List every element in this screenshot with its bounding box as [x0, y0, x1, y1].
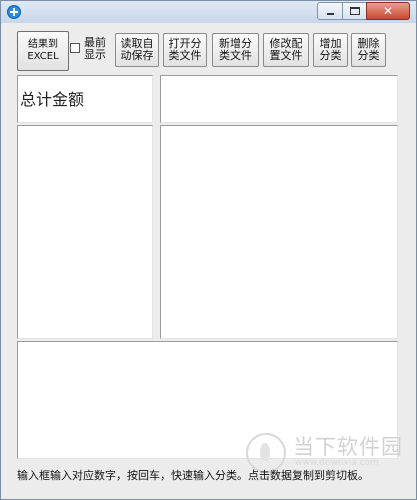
data-list-panel[interactable]: [160, 125, 398, 339]
open-category-file-button[interactable]: 打开分 类文件: [163, 33, 207, 67]
minimize-button[interactable]: [317, 2, 343, 20]
modify-config-file-button[interactable]: 修改配 置文件: [263, 33, 309, 67]
total-amount-box: 总计金额: [17, 75, 153, 123]
always-on-top-checkbox[interactable]: [70, 43, 80, 53]
close-icon: ✕: [382, 4, 394, 18]
watermark-text: 当下软件园: [293, 435, 403, 459]
title-bar[interactable]: ✕: [1, 1, 416, 23]
app-window: ✕ 结果到 EXCEL 最前 显示 读取自 动保存 打开分 类文件 新增分 类文…: [0, 0, 417, 500]
export-excel-button[interactable]: 结果到 EXCEL: [17, 31, 69, 71]
always-on-top-label: 最前 显示: [84, 36, 106, 61]
maximize-button[interactable]: [342, 2, 367, 20]
close-button[interactable]: ✕: [366, 2, 410, 20]
total-amount-value-field[interactable]: [160, 75, 398, 123]
window-title: [141, 5, 155, 15]
status-hint-text: 输入框输入对应数字，按回车，快速输入分类。点击数据复制到剪切板。: [17, 469, 369, 482]
minimize-icon: [327, 13, 334, 15]
delete-category-button[interactable]: 删除 分类: [351, 33, 386, 67]
category-list-panel[interactable]: [17, 125, 153, 339]
app-icon: [7, 5, 21, 19]
read-autosave-button[interactable]: 读取自 动保存: [115, 33, 159, 67]
add-category-button[interactable]: 增加 分类: [313, 33, 348, 67]
maximize-icon: [350, 7, 360, 15]
always-on-top-toggle[interactable]: 最前 显示: [70, 37, 114, 65]
new-category-file-button[interactable]: 新增分 类文件: [212, 33, 259, 67]
total-amount-label: 总计金额: [20, 90, 85, 109]
